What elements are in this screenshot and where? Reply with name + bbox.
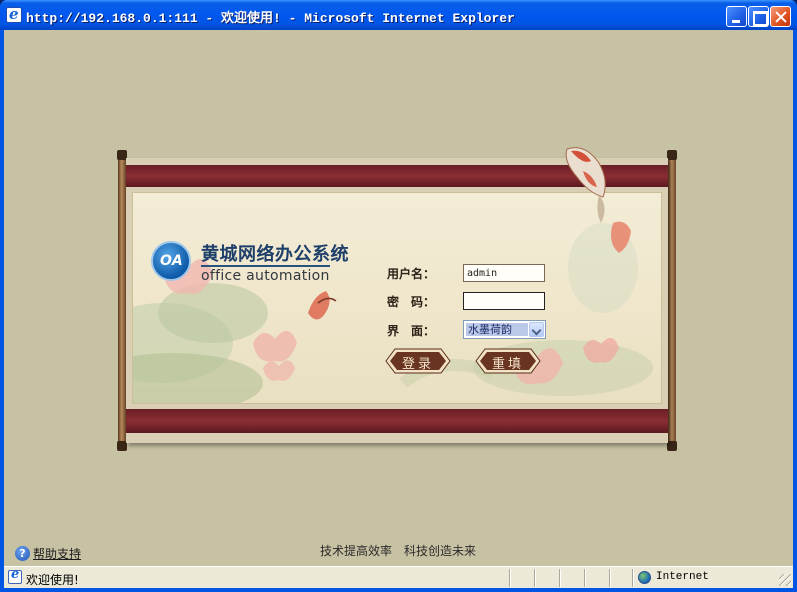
footer-slogan: 技术提高效率 科技创造未来 xyxy=(320,542,476,559)
scroll-rod-left xyxy=(117,150,127,451)
password-label: 密 码： xyxy=(387,295,436,309)
system-name-en: office automation xyxy=(201,265,330,284)
slogan-future: 科技创造未来 xyxy=(404,544,477,558)
status-separator xyxy=(534,569,536,587)
skin-select-value: 水墨荷韵 xyxy=(466,323,528,336)
status-separator xyxy=(509,569,511,587)
resize-grip[interactable] xyxy=(779,574,791,586)
username-label: 用户名： xyxy=(387,267,436,281)
window-title: http://192.168.0.1:111 - 欢迎使用! - Microso… xyxy=(26,11,515,26)
window-frame-right xyxy=(793,30,797,592)
koi-fish-illustration xyxy=(565,147,606,223)
login-button-label: 登录 xyxy=(401,357,434,372)
minimize-button[interactable] xyxy=(726,6,747,27)
reset-button[interactable]: 重填 xyxy=(475,348,541,374)
help-support-link[interactable]: ? 帮助支持 xyxy=(15,543,81,561)
status-bar: 欢迎使用! Internet xyxy=(4,566,793,588)
status-separator xyxy=(559,569,561,587)
login-button[interactable]: 登录 xyxy=(385,348,451,374)
skin-label: 界 面： xyxy=(387,324,436,338)
chevron-down-icon[interactable] xyxy=(529,322,544,337)
slogan-efficiency: 技术提高效率 xyxy=(320,544,393,558)
status-separator xyxy=(609,569,611,587)
window-frame-bottom xyxy=(0,588,797,592)
oa-logo-icon xyxy=(151,241,191,281)
scroll-rod-right xyxy=(667,150,677,451)
globe-icon xyxy=(638,571,651,584)
scroll-band-bottom xyxy=(126,409,668,433)
status-text: 欢迎使用! xyxy=(26,573,79,587)
ie-app-icon[interactable] xyxy=(6,5,22,23)
skin-select[interactable]: 水墨荷韵 xyxy=(463,320,546,339)
browser-window: http://192.168.0.1:111 - 欢迎使用! - Microso… xyxy=(0,0,797,592)
reset-button-label: 重填 xyxy=(491,357,524,372)
security-zone: Internet xyxy=(656,571,709,583)
help-support-text[interactable]: 帮助支持 xyxy=(33,547,81,561)
help-icon[interactable]: ? xyxy=(15,546,30,561)
login-scroll-panel: 黄城网络办公系统 office automation 用户名： 密 码： 界 面… xyxy=(115,147,684,453)
status-separator xyxy=(584,569,586,587)
page-icon xyxy=(8,567,22,584)
maximize-button[interactable] xyxy=(748,6,769,27)
password-input[interactable] xyxy=(463,292,545,310)
status-separator xyxy=(632,569,634,587)
system-name-cn: 黄城网络办公系统 xyxy=(201,244,349,265)
title-bar[interactable]: http://192.168.0.1:111 - 欢迎使用! - Microso… xyxy=(0,0,797,30)
username-input[interactable] xyxy=(463,264,545,282)
close-button[interactable] xyxy=(770,6,791,27)
page-viewport: 黄城网络办公系统 office automation 用户名： 密 码： 界 面… xyxy=(4,30,793,566)
